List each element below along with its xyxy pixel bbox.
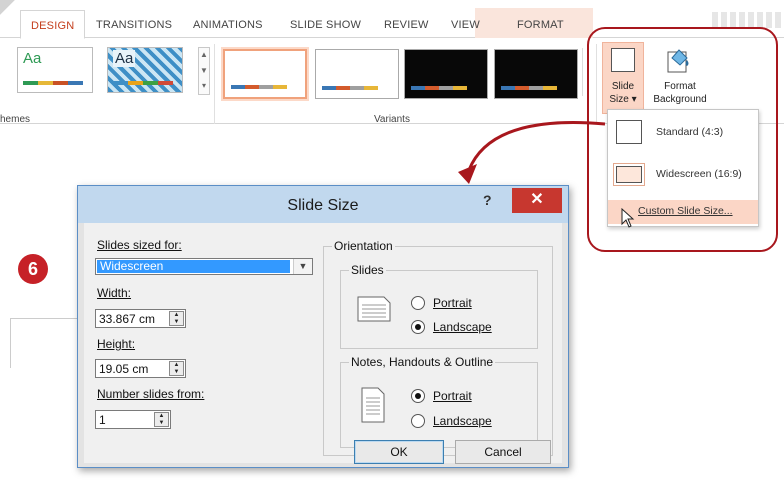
help-button[interactable]: ?	[483, 192, 492, 208]
notes-landscape-radio[interactable]	[411, 414, 425, 428]
notes-portrait-radio[interactable]	[411, 389, 425, 403]
slides-group-label: Slides	[349, 263, 386, 277]
gallery-more-icon[interactable]: ▾	[199, 81, 209, 90]
tab-view[interactable]: VIEW	[451, 19, 480, 31]
height-value: 19.05 cm	[99, 362, 149, 376]
variant-thumbnail-4[interactable]	[494, 49, 578, 99]
tab-animations[interactable]: ANIMATIONS	[193, 19, 263, 31]
theme-thumbnail-office[interactable]: Aa	[17, 47, 93, 93]
slides-sized-for-label: Slides sized for:	[97, 238, 182, 252]
theme-thumbnail-patterned[interactable]: Aa	[107, 47, 183, 93]
variant-color-bar	[411, 86, 467, 90]
notes-landscape-label[interactable]: Landscape	[433, 414, 492, 428]
chevron-down-icon[interactable]: ▼	[293, 259, 312, 274]
spin-up-icon[interactable]: ▲	[170, 362, 183, 369]
notes-orientation-group: Notes, Handouts & Outline Portrait Lands…	[340, 355, 538, 448]
scroll-up-icon[interactable]: ▲	[199, 50, 209, 59]
orientation-label: Orientation	[332, 239, 395, 253]
blurred-logo	[712, 12, 784, 28]
dialog-body: Slides sized for: Widescreen ▼ Width: 33…	[84, 223, 562, 464]
step-number-badge: 6	[18, 254, 48, 284]
width-label: Width:	[97, 286, 132, 300]
notes-group-label: Notes, Handouts & Outline	[349, 355, 496, 369]
spin-down-icon[interactable]: ▼	[155, 420, 168, 427]
slides-portrait-radio[interactable]	[411, 296, 425, 310]
spinner-buttons[interactable]: ▲ ▼	[154, 412, 169, 427]
orientation-group: Orientation Slides Portrait Landscape No…	[323, 239, 553, 456]
number-slides-spinner[interactable]: 1 ▲ ▼	[95, 410, 171, 429]
cancel-button[interactable]: Cancel	[455, 440, 551, 464]
slides-sized-for-select[interactable]: Widescreen ▼	[95, 258, 313, 275]
landscape-page-icon	[357, 296, 391, 322]
width-spinner[interactable]: 33.867 cm ▲ ▼	[95, 309, 186, 328]
number-slides-from-label: Number slides from:	[97, 387, 205, 401]
variant-color-bar	[322, 86, 378, 90]
width-value: 33.867 cm	[99, 312, 156, 326]
theme-color-bar	[113, 81, 173, 85]
tab-review[interactable]: REVIEW	[384, 19, 429, 31]
spin-up-icon[interactable]: ▲	[155, 413, 168, 420]
themes-gallery-scrollbar[interactable]: ▲ ▼ ▾	[198, 47, 210, 95]
slides-landscape-radio[interactable]	[411, 320, 425, 334]
dialog-title-bar[interactable]: Slide Size ? ✕	[78, 186, 568, 223]
callout-highlight-ring	[587, 27, 778, 252]
slides-orientation-group: Slides Portrait Landscape	[340, 263, 538, 349]
variant-thumbnail-3[interactable]	[404, 49, 488, 99]
theme-color-bar	[23, 81, 83, 85]
portrait-page-icon	[361, 387, 385, 423]
dialog-title: Slide Size	[287, 197, 359, 214]
variant-color-bar	[231, 85, 287, 89]
tab-transitions[interactable]: TRANSITIONS	[96, 19, 172, 31]
height-spinner[interactable]: 19.05 cm ▲ ▼	[95, 359, 186, 378]
tab-design[interactable]: DESIGN	[20, 10, 86, 39]
notes-portrait-label[interactable]: Portrait	[433, 389, 472, 403]
variant-thumbnail-2[interactable]	[315, 49, 399, 99]
spin-down-icon[interactable]: ▼	[170, 319, 183, 326]
ok-button[interactable]: OK	[354, 440, 444, 464]
tab-slide-show[interactable]: SLIDE SHOW	[290, 19, 361, 31]
spinner-buttons[interactable]: ▲ ▼	[169, 361, 184, 376]
theme-sample-text: Aa	[23, 50, 42, 67]
powerpoint-window: DESIGN TRANSITIONS ANIMATIONS SLIDE SHOW…	[0, 0, 784, 493]
spin-down-icon[interactable]: ▼	[170, 369, 183, 376]
slide-size-dialog: Slide Size ? ✕ Slides sized for: Widescr…	[77, 185, 569, 468]
slides-portrait-label[interactable]: Portrait	[433, 296, 472, 310]
height-label: Height:	[97, 337, 136, 351]
spinner-buttons[interactable]: ▲ ▼	[169, 311, 184, 326]
close-button[interactable]: ✕	[512, 188, 562, 213]
group-divider	[214, 44, 215, 124]
selected-size-value: Widescreen	[97, 260, 290, 273]
themes-group-label: hemes	[0, 114, 31, 125]
spin-up-icon[interactable]: ▲	[170, 312, 183, 319]
number-slides-value: 1	[99, 413, 106, 427]
decorative-corner	[0, 0, 22, 20]
theme-sample-text: Aa	[113, 50, 136, 67]
scroll-down-icon[interactable]: ▼	[199, 66, 209, 75]
variants-group-label: Variants	[374, 114, 410, 125]
variant-thumbnail-1[interactable]	[223, 49, 307, 99]
variant-color-bar	[501, 86, 557, 90]
slides-landscape-label[interactable]: Landscape	[433, 320, 492, 334]
tab-format[interactable]: FORMAT	[517, 19, 564, 31]
